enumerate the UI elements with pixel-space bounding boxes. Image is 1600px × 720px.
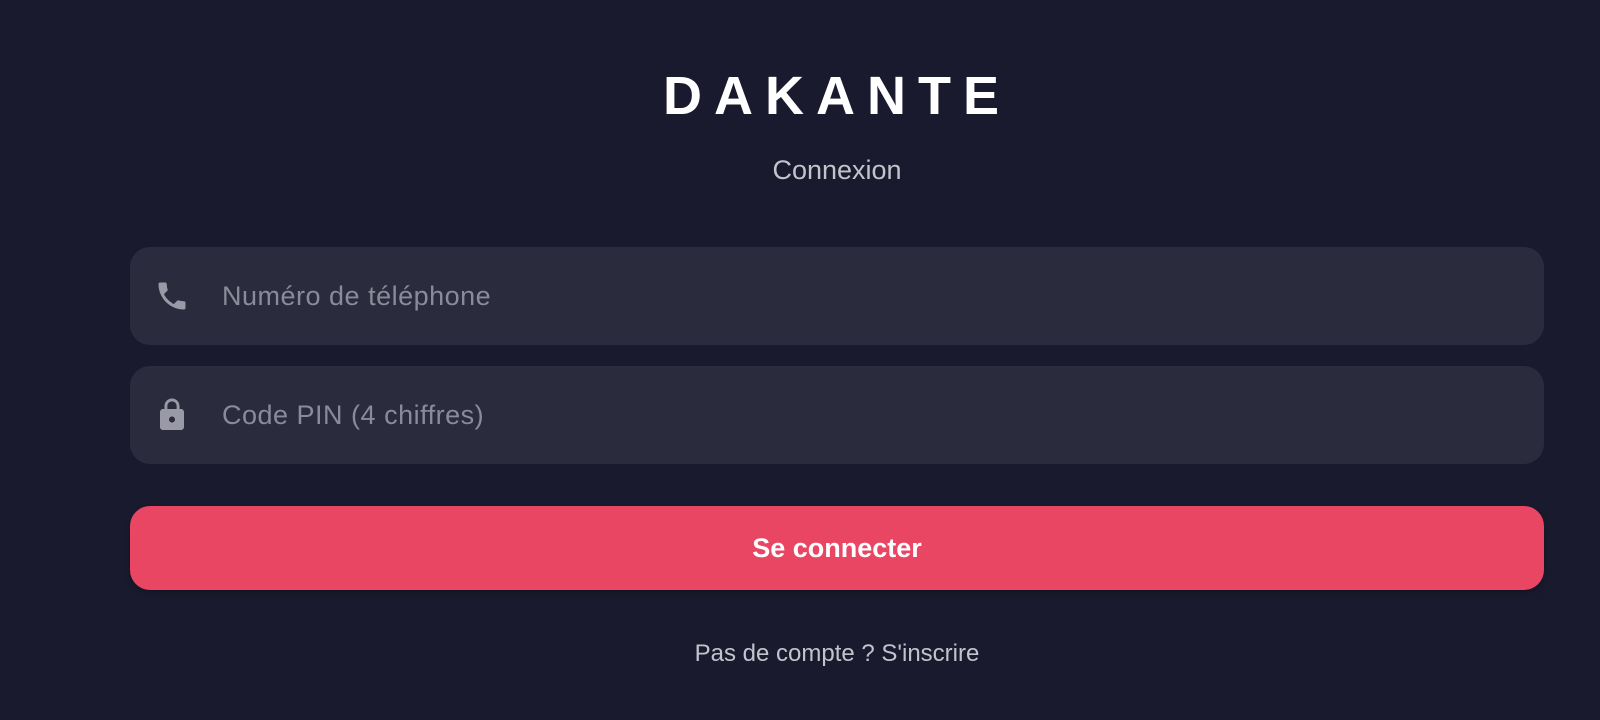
lock-icon — [154, 397, 190, 433]
signup-prompt: Pas de compte ? S'inscrire — [0, 636, 1600, 672]
pin-field[interactable] — [130, 366, 1544, 464]
login-screen: DAKANTE Connexion Se connecter Pas de co… — [0, 0, 1600, 720]
signup-link[interactable]: Pas de compte ? S'inscrire — [695, 640, 980, 667]
page-subtitle: Connexion — [772, 155, 902, 185]
login-button[interactable]: Se connecter — [130, 506, 1544, 590]
pin-input[interactable] — [222, 366, 1522, 464]
phone-input[interactable] — [222, 247, 1522, 345]
app-title: DAKANTE — [663, 66, 1011, 126]
phone-icon — [154, 278, 190, 314]
phone-field[interactable] — [130, 247, 1544, 345]
